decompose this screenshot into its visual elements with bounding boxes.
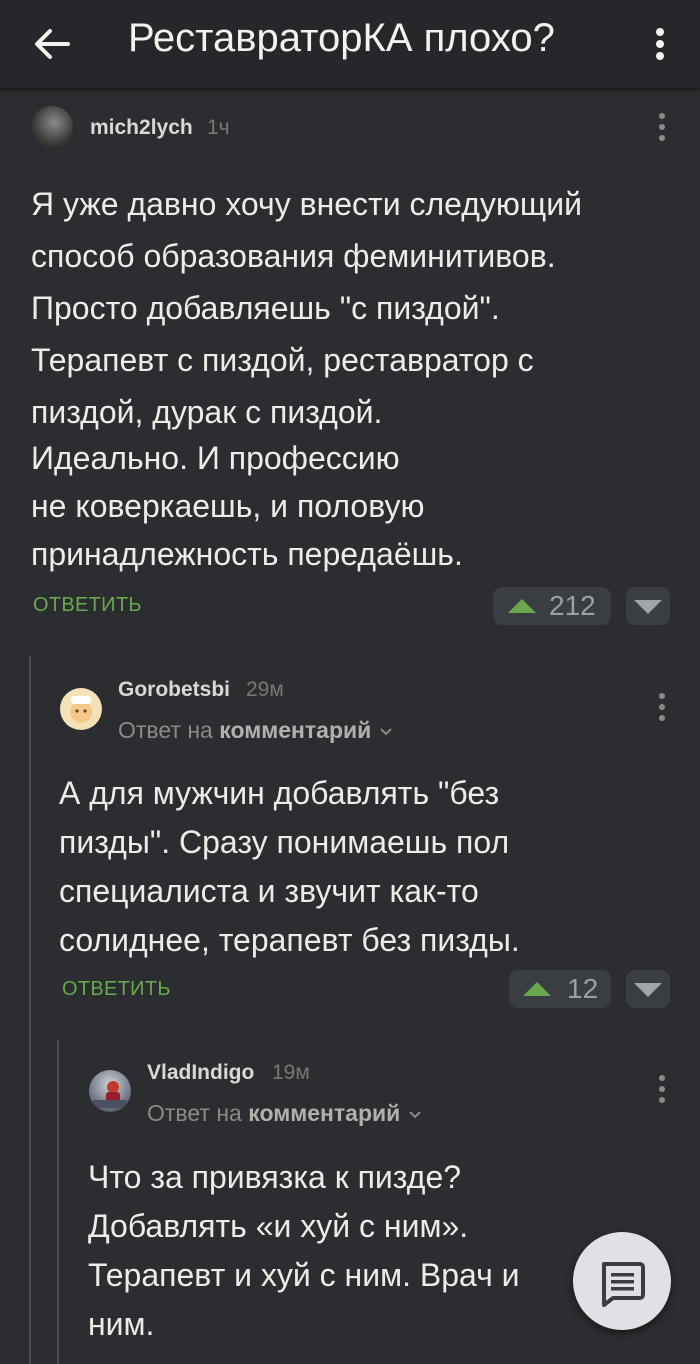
downvote-button[interactable] bbox=[626, 970, 670, 1008]
reply-button[interactable]: ОТВЕТИТЬ bbox=[62, 978, 171, 1001]
page-title: РеставраторКА плохо? bbox=[128, 16, 555, 60]
upvote-icon bbox=[508, 599, 536, 613]
upvote-icon bbox=[523, 982, 551, 996]
thread-line bbox=[29, 656, 31, 1364]
avatar[interactable] bbox=[60, 688, 102, 730]
comments-fab-button[interactable] bbox=[573, 1232, 671, 1330]
comment-text: А для мужчин добавлять "без пизды". Сраз… bbox=[59, 769, 520, 965]
comment-line: ним. bbox=[88, 1306, 155, 1342]
reply-button[interactable]: ОТВЕТИТЬ bbox=[33, 594, 142, 617]
comment-line: Что за привязка к пизде? bbox=[88, 1159, 462, 1195]
reply-to-target[interactable]: комментарий bbox=[219, 717, 371, 743]
comment-author[interactable]: VladIndigo bbox=[147, 1061, 254, 1085]
comment-time: 19м bbox=[272, 1061, 310, 1084]
downvote-button[interactable] bbox=[626, 587, 670, 625]
comment-line: принадлежность передаёшь. bbox=[31, 536, 463, 572]
comment-time: 1ч bbox=[207, 116, 230, 139]
comment-line: Идеально. И профессию bbox=[31, 440, 400, 476]
comment-line: Добавлять «и хуй с ним». bbox=[88, 1208, 469, 1244]
comment-line: способ образования феминитивов. bbox=[31, 238, 556, 274]
more-vert-icon[interactable] bbox=[652, 110, 672, 146]
back-arrow-icon[interactable] bbox=[30, 22, 74, 66]
chat-icon bbox=[602, 1262, 645, 1307]
comment-text: Я уже давно хочу внести следующий способ… bbox=[31, 178, 582, 580]
thread-line bbox=[57, 1040, 59, 1364]
upvote-button[interactable]: 12 bbox=[509, 970, 611, 1008]
avatar[interactable] bbox=[31, 106, 73, 148]
comment-time: 29м bbox=[246, 678, 284, 701]
comment-line: Просто добавляешь "с пиздой". bbox=[31, 290, 500, 326]
rating-count: 12 bbox=[567, 973, 599, 1004]
reply-to-prefix: Ответ на bbox=[118, 717, 213, 743]
downvote-icon bbox=[634, 983, 662, 997]
avatar-face-icon bbox=[70, 696, 92, 723]
comment-line: пиздой, дурак с пиздой. bbox=[31, 394, 383, 430]
comment-line: Я уже давно хочу внести следующий bbox=[31, 186, 582, 222]
comment-text: Что за привязка к пизде? Добавлять «и ху… bbox=[88, 1153, 520, 1349]
comment-line: Терапевт с пиздой, реставратор с bbox=[31, 342, 534, 378]
comment-author[interactable]: Gorobetsbi bbox=[118, 678, 230, 702]
rating-count: 212 bbox=[549, 590, 596, 621]
more-vert-icon[interactable] bbox=[646, 24, 674, 64]
more-vert-icon[interactable] bbox=[652, 690, 672, 726]
reply-to-target[interactable]: комментарий bbox=[248, 1100, 400, 1126]
reply-to-prefix: Ответ на bbox=[147, 1100, 242, 1126]
downvote-icon bbox=[634, 600, 662, 614]
reply-to-link[interactable]: Ответ на комментарий bbox=[147, 1100, 423, 1127]
comment-line: солиднее, терапевт без пизды. bbox=[59, 922, 520, 958]
chevron-down-icon bbox=[379, 728, 392, 736]
comment-line: А для мужчин добавлять "без bbox=[59, 775, 500, 811]
comment-line: не коверкаешь, и половую bbox=[31, 488, 425, 524]
comment-author[interactable]: mich2lych bbox=[90, 116, 193, 140]
chevron-down-icon bbox=[408, 1111, 421, 1119]
comment-line: специалиста и звучит как-то bbox=[59, 873, 479, 909]
reply-to-link[interactable]: Ответ на комментарий bbox=[118, 717, 394, 744]
avatar-person-icon bbox=[93, 1081, 127, 1108]
top-bar: РеставраторКА плохо? bbox=[0, 0, 700, 88]
upvote-button[interactable]: 212 bbox=[493, 587, 611, 625]
comment-line: пизды". Сразу понимаешь пол bbox=[59, 824, 510, 860]
comment-line: Терапевт и хуй с ним. Врач и bbox=[88, 1257, 520, 1293]
avatar[interactable] bbox=[89, 1070, 131, 1112]
more-vert-icon[interactable] bbox=[652, 1072, 672, 1108]
